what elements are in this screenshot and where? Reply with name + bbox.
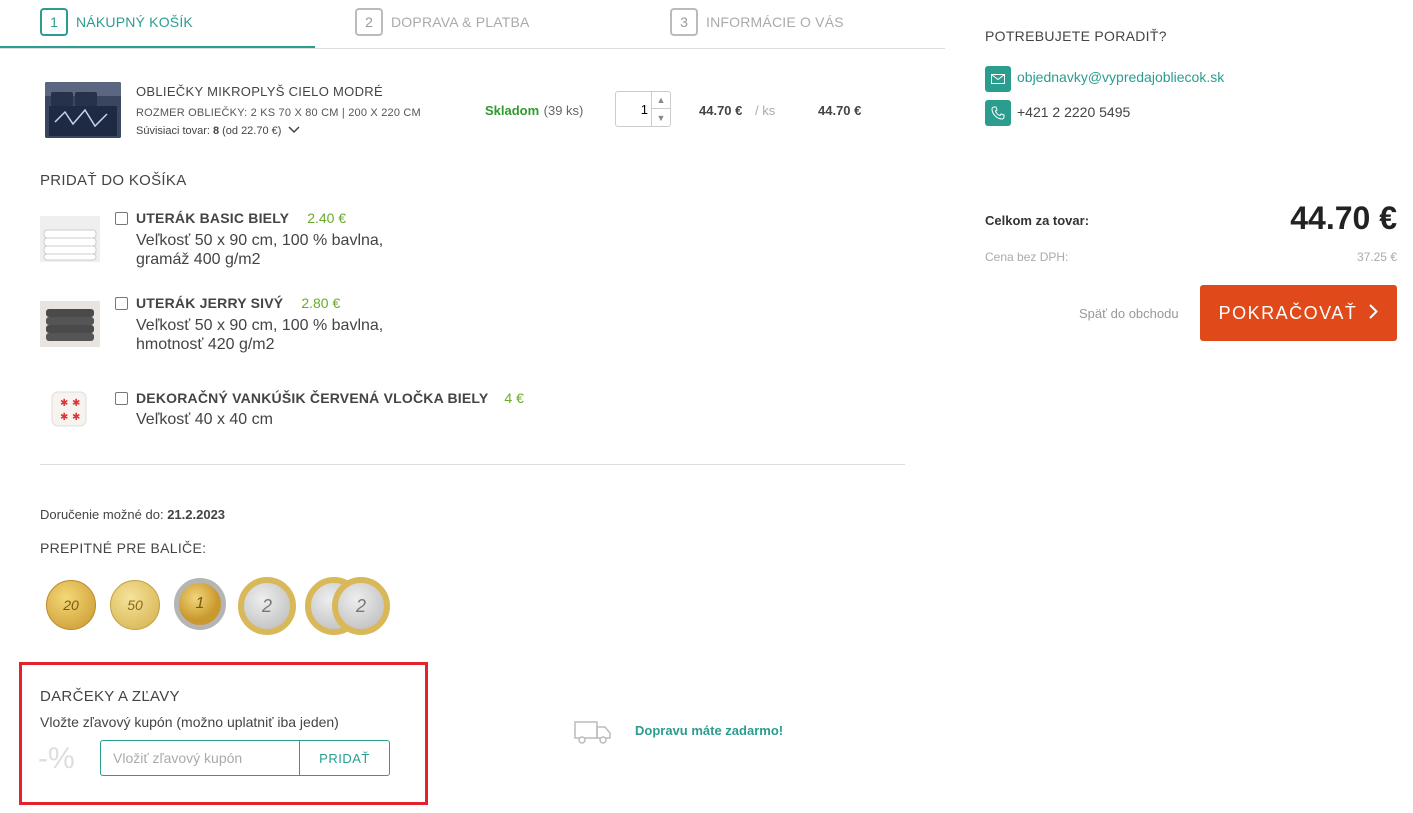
unit-price: 44.70 €	[699, 103, 743, 118]
product-name[interactable]: OBLIEČKY MIKROPLYŠ CIELO MODRÉ	[136, 84, 383, 99]
product-thumbnail[interactable]	[45, 82, 121, 138]
tip-title: PREPITNÉ PRE BALIČE:	[40, 540, 207, 556]
addon-description: Veľkosť 50 x 90 cm, 100 % bavlna, gramáž…	[136, 231, 383, 269]
decrement-icon[interactable]: ▼	[652, 109, 670, 126]
continue-button[interactable]: POKRAČOVAŤ	[1200, 285, 1397, 341]
product-size: ROZMER OBLIEČKY: 2 KS 70 X 80 CM | 200 X…	[136, 107, 421, 119]
stock-info: Skladom (39 ks)	[485, 102, 583, 120]
quantity-input[interactable]	[616, 92, 652, 126]
continue-label: POKRAČOVAŤ	[1218, 302, 1358, 323]
add-coupon-button[interactable]: PRIDAŤ	[299, 740, 390, 776]
addon-header: DEKORAČNÝ VANKÚŠIK ČERVENÁ VLOČKA BIELY …	[136, 390, 524, 406]
percent-icon: -%	[38, 742, 75, 775]
net-price-label: Cena bez DPH:	[985, 250, 1069, 264]
svg-text:✱: ✱	[60, 412, 68, 423]
coin-label: 50	[127, 597, 143, 613]
back-to-shop-link[interactable]: Späť do obchodu	[1079, 306, 1179, 321]
addon-checkbox[interactable]	[115, 212, 128, 225]
step-number: 2	[355, 8, 383, 36]
addon-checkbox[interactable]	[115, 297, 128, 310]
step-number: 3	[670, 8, 698, 36]
coin-label: 2	[355, 595, 366, 616]
addon-desc-line: gramáž 400 g/m2	[136, 251, 261, 268]
quantity-spinner[interactable]: ▲ ▼	[651, 92, 670, 126]
stock-count: (39 ks)	[543, 103, 584, 118]
addon-name[interactable]: UTERÁK JERRY SIVÝ	[136, 295, 283, 311]
addon-checkbox[interactable]	[115, 392, 128, 405]
coupon-highlight-box	[19, 662, 428, 805]
coin-4-euro[interactable]: 2	[332, 577, 390, 635]
step-customer-info[interactable]: 3 INFORMÁCIE O VÁS	[670, 7, 844, 37]
line-total: 44.70 €	[818, 103, 862, 118]
addon-description: Veľkosť 50 x 90 cm, 100 % bavlna, hmotno…	[136, 316, 383, 354]
add-to-cart-title: PRIDAŤ DO KOŠÍKA	[40, 172, 187, 189]
addon-name[interactable]: DEKORAČNÝ VANKÚŠIK ČERVENÁ VLOČKA BIELY	[136, 390, 488, 406]
related-label: Súvisiaci tovar:	[136, 125, 210, 137]
step-cart[interactable]: 1 NÁKUPNÝ KOŠÍK	[40, 7, 193, 37]
coin-1-euro[interactable]: 1	[174, 578, 226, 630]
addon-price: 4 €	[504, 390, 524, 406]
step-number: 1	[40, 8, 68, 36]
coin-label: 1	[195, 595, 205, 612]
coin-label: 20	[63, 597, 79, 613]
addon-desc-line: Veľkosť 40 x 40 cm	[136, 411, 273, 428]
checkout-steps: 1 NÁKUPNÝ KOŠÍK 2 DOPRAVA & PLATBA 3 INF…	[0, 0, 945, 49]
pillow-thumbnail: ✱ ✱ ✱ ✱	[50, 390, 88, 428]
coupon-subtitle: Vložte zľavový kupón (možno uplatniť iba…	[40, 714, 339, 730]
coin-20-cent[interactable]: 20	[46, 580, 96, 630]
addon-header: UTERÁK BASIC BIELY 2.40 €	[136, 210, 346, 226]
delivery-date: 21.2.2023	[167, 507, 226, 522]
related-count: 8	[212, 125, 220, 137]
addon-desc-line: Veľkosť 50 x 90 cm, 100 % bavlna,	[136, 317, 384, 334]
step-label: INFORMÁCIE O VÁS	[706, 14, 844, 30]
help-title: POTREBUJETE PORADIŤ?	[985, 28, 1167, 44]
svg-text:✱: ✱	[72, 412, 80, 423]
total-label: Celkom za tovar:	[985, 213, 1090, 228]
truck-icon	[574, 719, 612, 745]
addon-desc-line: Veľkosť 50 x 90 cm, 100 % bavlna,	[136, 232, 384, 249]
delivery-info: Doručenie možné do: 21.2.2023	[40, 507, 225, 522]
chevron-down-icon	[288, 125, 300, 137]
towel-white-thumbnail	[40, 216, 100, 262]
coin-50-cent[interactable]: 50	[110, 580, 160, 630]
addon-desc-line: hmotnosť 420 g/m2	[136, 336, 275, 353]
phone-number[interactable]: +421 2 2220 5495	[1017, 104, 1130, 120]
coupon-title: DARČEKY A ZĽAVY	[40, 688, 180, 705]
related-from: (od 22.70 €)	[222, 125, 282, 137]
addon-description: Veľkosť 40 x 40 cm	[136, 410, 273, 429]
addon-header: UTERÁK JERRY SIVÝ 2.80 €	[136, 295, 340, 311]
email-icon	[985, 66, 1011, 92]
coin-2-euro[interactable]: 2	[238, 577, 296, 635]
chevron-right-icon	[1369, 303, 1379, 324]
section-divider	[40, 464, 905, 465]
total-value: 44.70 €	[1290, 200, 1397, 236]
free-shipping-text: Dopravu máte zadarmo!	[635, 723, 784, 738]
step-label: DOPRAVA & PLATBA	[391, 14, 530, 30]
svg-text:✱: ✱	[60, 398, 68, 409]
net-price-value: 37.25 €	[1356, 250, 1397, 264]
stock-status: Skladom	[485, 103, 540, 118]
delivery-label: Doručenie možné do:	[40, 507, 164, 522]
addon-price: 2.40 €	[307, 210, 347, 226]
coupon-input[interactable]	[100, 740, 300, 776]
towel-grey-thumbnail	[40, 301, 100, 347]
email-link[interactable]: objednavky@vypredajobliecok.sk	[1017, 69, 1224, 85]
addon-price: 2.80 €	[301, 295, 341, 311]
increment-icon[interactable]: ▲	[652, 92, 670, 109]
quantity-stepper[interactable]: ▲ ▼	[615, 91, 671, 127]
related-products-toggle[interactable]: Súvisiaci tovar: 8 (od 22.70 €)	[136, 125, 300, 137]
phone-icon	[985, 100, 1011, 126]
unit-suffix: / ks	[755, 103, 776, 118]
coin-label: 2	[261, 595, 272, 616]
active-step-indicator	[0, 46, 315, 48]
step-shipping-payment[interactable]: 2 DOPRAVA & PLATBA	[355, 7, 530, 37]
step-label: NÁKUPNÝ KOŠÍK	[76, 14, 193, 30]
svg-text:✱: ✱	[72, 398, 80, 409]
addon-name[interactable]: UTERÁK BASIC BIELY	[136, 210, 289, 226]
